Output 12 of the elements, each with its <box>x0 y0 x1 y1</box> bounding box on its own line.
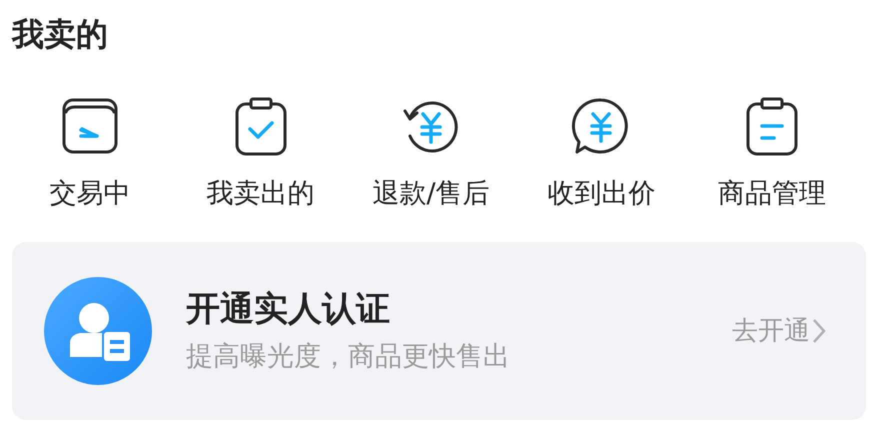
shortcut-button[interactable]: 交易中 <box>5 96 176 212</box>
user-badge-icon <box>44 277 152 385</box>
wallet-icon <box>60 96 120 156</box>
shortcut-button[interactable]: 我卖出的 <box>175 96 346 212</box>
shortcut-button[interactable]: 收到出价 <box>516 96 687 212</box>
section-title: 我卖的 <box>12 14 108 55</box>
verification-card[interactable]: 开通实人认证 提高曝光度，商品更快售出 去开通 <box>12 242 866 420</box>
card-title: 开通实人认证 <box>186 288 391 331</box>
shortcut-button[interactable]: 商品管理 <box>686 96 857 212</box>
chevron-right-icon <box>812 318 826 344</box>
shortcut-button[interactable]: 退款/售后 <box>346 96 516 212</box>
card-subtitle: 提高曝光度，商品更快售出 <box>186 340 511 374</box>
